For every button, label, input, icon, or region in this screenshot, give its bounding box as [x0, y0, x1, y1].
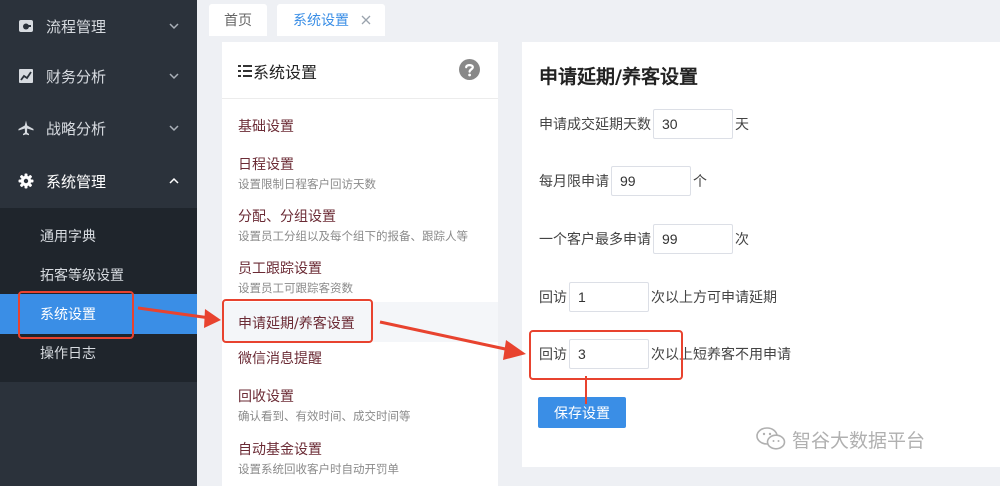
sidebar-item-label: 通用字典: [40, 229, 96, 245]
nav-group-process[interactable]: 流程管理: [0, 0, 197, 52]
menu-item-wechat-reminder[interactable]: 微信消息提醒: [222, 344, 498, 374]
menu-item-tracking[interactable]: 员工跟踪设置 设置员工可跟踪客资数: [222, 254, 498, 306]
plane-icon: [18, 120, 34, 136]
settings-menu-title: 系统设置: [253, 63, 318, 82]
sidebar-item-system-settings[interactable]: 系统设置: [0, 294, 197, 334]
menu-item-name: 基础设置: [238, 119, 294, 135]
nav-group-finance[interactable]: 财务分析: [0, 50, 197, 102]
menu-item-schedule[interactable]: 日程设置 设置限制日程客户回访天数: [222, 150, 498, 202]
visit-nurture-input[interactable]: [569, 339, 649, 369]
menu-item-name: 员工跟踪设置: [238, 261, 322, 277]
tab-bar: 首页 系统设置: [197, 0, 1000, 42]
watermark: 智谷大数据平台: [756, 424, 925, 454]
max-per-customer-input[interactable]: [653, 224, 733, 254]
gear-icon: [18, 173, 34, 189]
field-label: 每月限申请: [539, 174, 609, 190]
field-label: 申请成交延期天数: [539, 117, 651, 133]
wechat-icon: [756, 427, 786, 450]
nav-group-strategy[interactable]: 战略分析: [0, 102, 197, 154]
menu-item-recycle[interactable]: 回收设置 确认看到、有效时间、成交时间等: [222, 382, 498, 434]
sidebar: 流程管理 财务分析 战略分析 系统管理 通用字典 拓客等级设置 系统设置 操作日…: [0, 0, 197, 486]
menu-item-extension[interactable]: 申请延期/养客设置: [222, 302, 498, 342]
close-icon[interactable]: [361, 15, 371, 25]
sidebar-item-label: 拓客等级设置: [40, 268, 124, 284]
form-row-monthly-limit: 每月限申请 个: [539, 165, 707, 197]
menu-item-name: 自动基金设置: [238, 442, 322, 458]
form-title: 申请延期/养客设置: [539, 66, 698, 88]
form-row-max-per-customer: 一个客户最多申请 次: [539, 223, 749, 255]
help-icon[interactable]: [459, 59, 480, 80]
menu-item-name: 回收设置: [238, 389, 294, 405]
menu-item-auto-fund[interactable]: 自动基金设置 设置系统回收客户时自动开罚单: [222, 435, 498, 486]
nav-group-label: 战略分析: [46, 119, 107, 138]
list-icon: [238, 65, 252, 77]
field-unit: 次以上方可申请延期: [651, 290, 777, 306]
menu-item-desc: 确认看到、有效时间、成交时间等: [238, 409, 411, 423]
menu-item-name: 微信消息提醒: [238, 351, 322, 367]
tab-system-settings[interactable]: 系统设置: [277, 4, 385, 36]
settings-menu: 系统设置 基础设置 日程设置 设置限制日程客户回访天数 分配、分组设置 设置员工…: [222, 42, 498, 486]
chevron-up-icon: [169, 177, 179, 184]
field-unit: 次以上短养客不用申请: [651, 347, 791, 363]
sidebar-item-label: 操作日志: [40, 346, 96, 362]
menu-item-desc: 设置员工可跟踪客资数: [238, 281, 353, 295]
chart-icon: [19, 69, 33, 83]
settings-menu-header: 系统设置: [222, 42, 498, 99]
process-icon: [19, 20, 33, 32]
extension-settings-form: 申请延期/养客设置 申请成交延期天数 天 每月限申请 个 一个客户最多申请 次 …: [522, 42, 1000, 467]
field-label: 回访: [539, 347, 567, 363]
tab-label: 系统设置: [293, 13, 349, 29]
chevron-down-icon: [169, 73, 179, 80]
nav-group-system[interactable]: 系统管理: [0, 155, 197, 207]
watermark-text: 智谷大数据平台: [792, 429, 926, 452]
submenu-system: 通用字典 拓客等级设置 系统设置 操作日志: [0, 208, 197, 382]
form-row-visit-extension: 回访 次以上方可申请延期: [539, 281, 777, 313]
nav-group-label: 系统管理: [46, 172, 107, 191]
field-label: 一个客户最多申请: [539, 232, 651, 248]
monthly-limit-input[interactable]: [611, 166, 691, 196]
sidebar-item-level-settings[interactable]: 拓客等级设置: [0, 255, 197, 295]
menu-item-basic[interactable]: 基础设置: [222, 100, 498, 150]
field-unit: 天: [735, 117, 749, 133]
tab-label: 首页: [224, 13, 252, 29]
field-unit: 个: [693, 174, 707, 190]
sidebar-item-dictionary[interactable]: 通用字典: [0, 216, 197, 256]
sidebar-item-operation-log[interactable]: 操作日志: [0, 333, 197, 373]
menu-item-desc: 设置限制日程客户回访天数: [238, 177, 376, 191]
nav-group-label: 财务分析: [46, 67, 107, 86]
menu-item-name: 日程设置: [238, 157, 294, 173]
nav-group-label: 流程管理: [46, 17, 107, 36]
menu-item-desc: 设置员工分组以及每个组下的报备、跟踪人等: [238, 229, 468, 243]
menu-item-desc: 设置系统回收客户时自动开罚单: [238, 462, 399, 476]
tab-home[interactable]: 首页: [209, 4, 267, 36]
menu-item-name: 申请延期/养客设置: [238, 316, 355, 332]
field-unit: 次: [735, 232, 749, 248]
field-label: 回访: [539, 290, 567, 306]
chevron-down-icon: [169, 125, 179, 132]
menu-item-name: 分配、分组设置: [238, 209, 336, 225]
form-row-visit-nurture: 回访 次以上短养客不用申请: [539, 338, 791, 370]
sidebar-item-label: 系统设置: [40, 307, 96, 323]
chevron-down-icon: [169, 23, 179, 30]
form-row-extension-days: 申请成交延期天数 天: [539, 108, 749, 140]
extension-days-input[interactable]: [653, 109, 733, 139]
menu-item-assignment[interactable]: 分配、分组设置 设置员工分组以及每个组下的报备、跟踪人等: [222, 202, 498, 254]
save-button[interactable]: 保存设置: [538, 397, 626, 428]
visit-extension-input[interactable]: [569, 282, 649, 312]
